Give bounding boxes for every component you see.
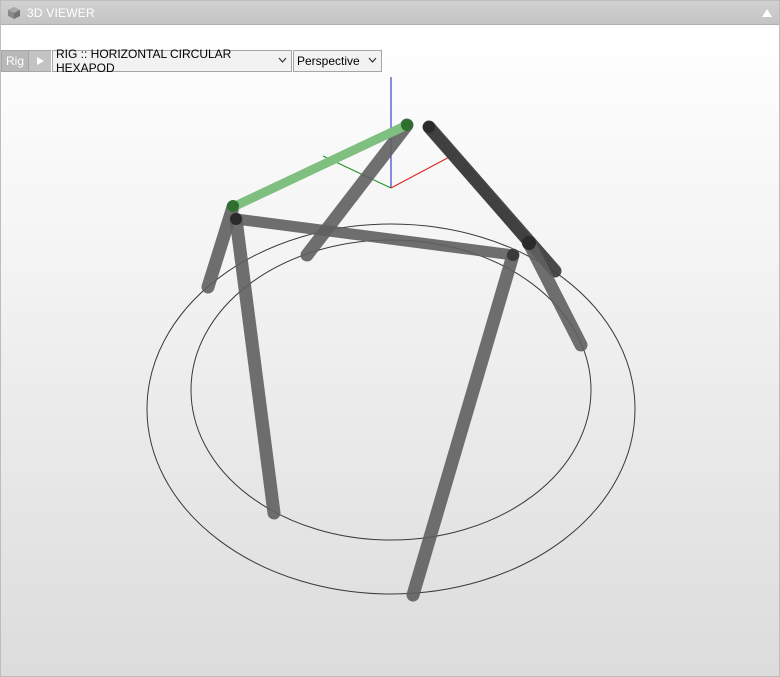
joint[interactable]: [522, 236, 536, 250]
hexapod-leg[interactable]: [229, 212, 281, 520]
chevron-down-icon: [278, 57, 287, 63]
hexapod-leg[interactable]: [522, 236, 588, 352]
platform-link[interactable]: [423, 121, 535, 249]
hexapod-leg[interactable]: [406, 248, 520, 602]
joint[interactable]: [227, 200, 239, 212]
hexapod-leg[interactable]: [201, 200, 240, 294]
joint[interactable]: [423, 121, 435, 133]
joint[interactable]: [230, 213, 242, 225]
panel-title: 3D VIEWER: [27, 5, 95, 20]
chevron-down-icon: [368, 57, 377, 63]
panel-titlebar[interactable]: 3D VIEWER: [1, 1, 779, 25]
play-icon: [36, 57, 44, 65]
rig-select-value: RIG :: HORIZONTAL CIRCULAR HEXAPOD: [56, 47, 232, 75]
rig-select[interactable]: RIG :: HORIZONTAL CIRCULAR HEXAPOD: [52, 47, 292, 75]
joint[interactable]: [401, 119, 413, 131]
play-button[interactable]: [29, 50, 51, 72]
viewer-toolbar: Rig RIG :: HORIZONTAL CIRCULAR HEXAPOD P…: [1, 47, 382, 75]
viewer-panel: 3D VIEWER Rig RIG:: HORIZONTAL CIRCULAR…: [0, 0, 780, 677]
base-circle-outer: [146, 223, 636, 595]
rig-label: Rig: [1, 50, 29, 72]
triangle-up-icon[interactable]: [761, 7, 773, 19]
view-mode-select[interactable]: Perspective: [293, 50, 382, 72]
cube-icon: [8, 6, 20, 19]
scene-canvas[interactable]: [1, 25, 779, 676]
view-mode-value: Perspective: [297, 54, 360, 68]
3d-viewport[interactable]: Rig RIG :: HORIZONTAL CIRCULAR HEXAPOD P…: [1, 25, 779, 676]
axis-x: [390, 153, 456, 189]
joint[interactable]: [507, 249, 519, 261]
